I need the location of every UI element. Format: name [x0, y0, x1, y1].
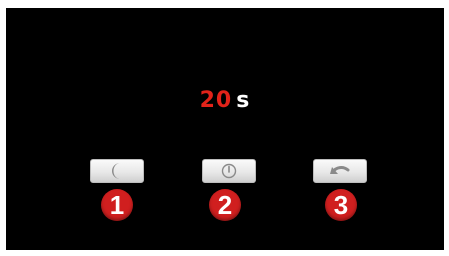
moon-icon: [109, 162, 125, 180]
callout-badge-3: 3: [325, 189, 357, 221]
back-button[interactable]: [313, 159, 367, 183]
screen: 20 s 1 2 3: [6, 8, 444, 250]
back-arrow-icon: [329, 164, 351, 178]
sleep-button[interactable]: [90, 159, 144, 183]
countdown-display: 20 s: [6, 88, 444, 113]
countdown-unit: s: [236, 88, 251, 113]
power-icon: [221, 163, 237, 179]
power-button[interactable]: [202, 159, 256, 183]
countdown-value: 20: [199, 88, 233, 113]
callout-badge-2: 2: [209, 189, 241, 221]
callout-badge-1: 1: [101, 189, 133, 221]
